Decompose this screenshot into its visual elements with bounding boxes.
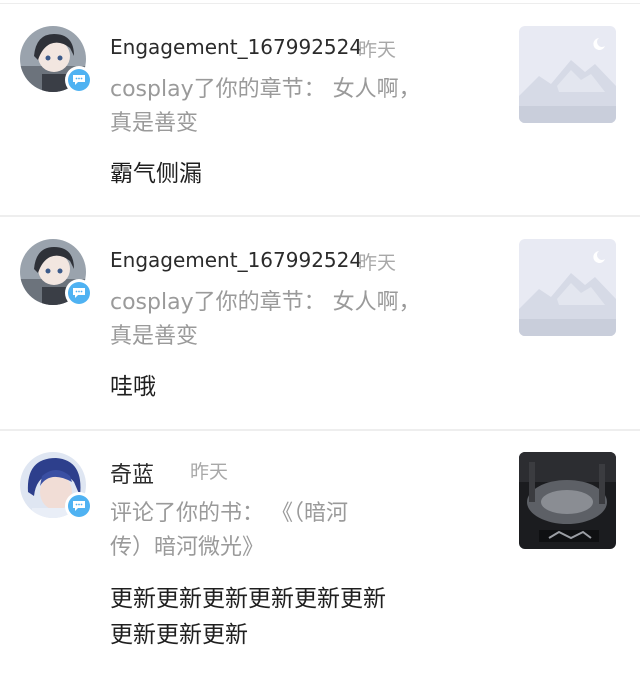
notification-item[interactable]: Engagement_167992524 昨天 cosplay了你的章节： 女人… bbox=[0, 0, 640, 216]
book-cover-icon bbox=[519, 452, 616, 549]
book-cover-thumbnail[interactable] bbox=[519, 452, 616, 549]
comment-bubble-icon bbox=[73, 501, 85, 511]
user-name[interactable]: Engagement_167992524 bbox=[110, 248, 362, 272]
action-line: cosplay了你的章节： 女人啊， bbox=[110, 290, 421, 315]
comment-text: 霸气侧漏 bbox=[110, 161, 202, 187]
comment-badge bbox=[65, 66, 93, 94]
action-line: 真是善变 bbox=[110, 324, 199, 349]
chapter-thumbnail[interactable] bbox=[519, 239, 616, 336]
notification-item[interactable]: 奇蓝 昨天 评论了你的书： 《（暗河 传）暗河微光》 更新更新更新更新更新更新 … bbox=[0, 431, 640, 679]
user-name[interactable]: Engagement_167992524 bbox=[110, 35, 362, 59]
action-text[interactable]: cosplay了你的章节： 女人啊， 真是善变 bbox=[110, 73, 490, 141]
action-line: 真是善变 bbox=[110, 111, 199, 136]
action-text[interactable]: 评论了你的书： 《（暗河 传）暗河微光》 bbox=[110, 497, 490, 565]
placeholder-mountain-icon bbox=[519, 239, 616, 336]
notification-item[interactable]: Engagement_167992524 昨天 cosplay了你的章节： 女人… bbox=[0, 217, 640, 429]
user-name[interactable]: 奇蓝 bbox=[110, 457, 154, 489]
chapter-thumbnail[interactable] bbox=[519, 26, 616, 123]
action-line: 传）暗河微光》 bbox=[110, 535, 265, 560]
action-line: cosplay了你的章节： 女人啊， bbox=[110, 77, 421, 102]
comment-line: 更新更新更新更新更新更新 bbox=[110, 586, 386, 612]
placeholder-mountain-icon bbox=[519, 26, 616, 123]
timestamp: 昨天 bbox=[190, 461, 229, 483]
comment-badge bbox=[65, 279, 93, 307]
comment-badge bbox=[65, 492, 93, 520]
action-line: 评论了你的书： 《（暗河 bbox=[110, 501, 348, 526]
comment-line: 更新更新更新 bbox=[110, 622, 248, 648]
timestamp: 昨天 bbox=[358, 39, 397, 61]
comment-text: 更新更新更新更新更新更新 更新更新更新 bbox=[110, 581, 490, 653]
action-text[interactable]: cosplay了你的章节： 女人啊， 真是善变 bbox=[110, 286, 490, 354]
comment-text: 哇哦 bbox=[110, 374, 156, 400]
comment-bubble-icon bbox=[73, 75, 85, 85]
timestamp: 昨天 bbox=[358, 252, 397, 274]
comment-bubble-icon bbox=[73, 288, 85, 298]
